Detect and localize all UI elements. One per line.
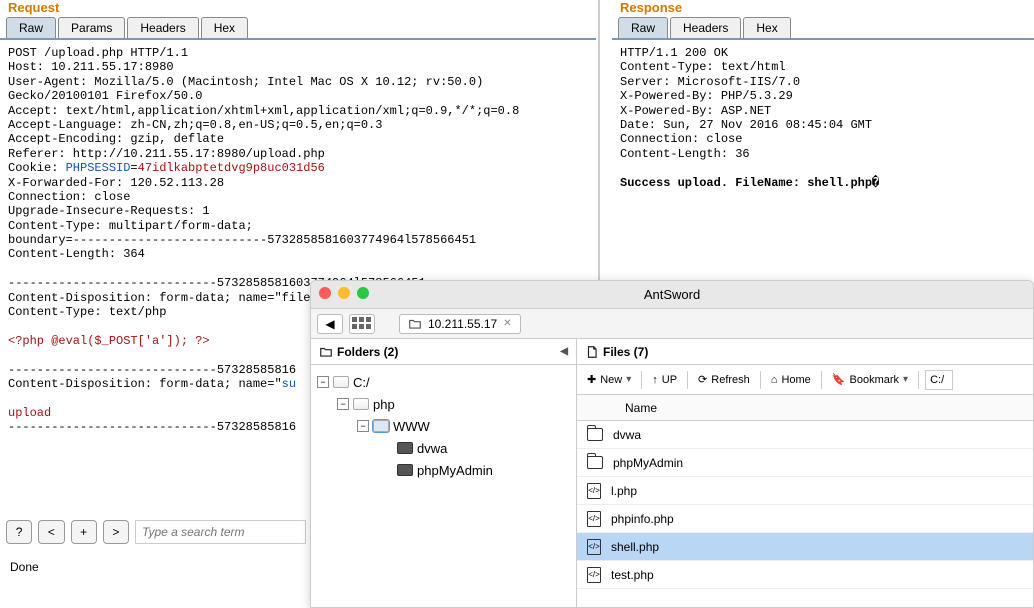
- folder-icon: [587, 428, 603, 441]
- expand-icon[interactable]: −: [317, 376, 329, 388]
- address-input[interactable]: [925, 370, 953, 390]
- folder-icon: [373, 420, 389, 432]
- file-row[interactable]: </> phpinfo.php: [577, 505, 1033, 533]
- folder-icon: [397, 442, 413, 454]
- prev-button[interactable]: <: [38, 520, 64, 544]
- antsword-window: AntSword ◀ 10.211.55.17 ✕ Folders (2) ◀ …: [310, 280, 1034, 608]
- refresh-button[interactable]: ⟳Refresh: [694, 369, 754, 391]
- folder-icon: [397, 464, 413, 476]
- expand-icon[interactable]: −: [357, 420, 369, 432]
- tree-node-c[interactable]: − C:/: [317, 371, 570, 393]
- home-button[interactable]: ⌂Home: [767, 369, 815, 391]
- folder-tree: − C:/ − php − WWW dvwa: [311, 365, 576, 487]
- file-name: phpMyAdmin: [613, 456, 683, 470]
- files-header: Files (7): [577, 339, 1033, 365]
- request-title: Request: [0, 0, 596, 15]
- minimize-icon[interactable]: [338, 287, 350, 299]
- code-file-icon: </>: [587, 539, 601, 555]
- code-file-icon: </>: [587, 567, 601, 583]
- tab-headers[interactable]: Headers: [127, 17, 198, 38]
- code-file-icon: </>: [587, 483, 601, 499]
- file-row[interactable]: </> shell.php: [577, 533, 1033, 561]
- file-name: test.php: [611, 568, 654, 582]
- add-button[interactable]: +: [71, 520, 97, 544]
- antsword-titlebar: AntSword: [311, 281, 1033, 309]
- grid-button[interactable]: [349, 314, 375, 334]
- request-tabs: Raw Params Headers Hex: [0, 15, 596, 40]
- file-row[interactable]: phpMyAdmin: [577, 449, 1033, 477]
- search-input[interactable]: [135, 520, 306, 544]
- folder-icon: [587, 456, 603, 469]
- session-tab-label: 10.211.55.17: [428, 317, 497, 331]
- response-body[interactable]: HTTP/1.1 200 OK Content-Type: text/html …: [612, 40, 1034, 196]
- file-name: dvwa: [613, 428, 641, 442]
- folders-header: Folders (2) ◀: [311, 339, 576, 365]
- tree-node-dvwa[interactable]: dvwa: [317, 437, 570, 459]
- resp-tab-raw[interactable]: Raw: [618, 17, 668, 38]
- file-row[interactable]: </> l.php: [577, 477, 1033, 505]
- session-tab[interactable]: 10.211.55.17 ✕: [399, 314, 521, 334]
- file-row[interactable]: dvwa: [577, 421, 1033, 449]
- files-toolbar: ✚New▾ ↑UP ⟳Refresh ⌂Home 🔖Bookmark▾: [577, 365, 1033, 395]
- help-button[interactable]: ?: [6, 520, 32, 544]
- bookmark-button[interactable]: 🔖Bookmark▾: [828, 369, 912, 391]
- resp-tab-hex[interactable]: Hex: [743, 17, 790, 38]
- antsword-toolbar: ◀ 10.211.55.17 ✕: [311, 309, 1033, 339]
- tree-node-phpmyadmin[interactable]: phpMyAdmin: [317, 459, 570, 481]
- file-row[interactable]: </> test.php: [577, 561, 1033, 589]
- up-button[interactable]: ↑UP: [648, 369, 681, 391]
- tab-hex[interactable]: Hex: [201, 17, 248, 38]
- resp-tab-headers[interactable]: Headers: [670, 17, 741, 38]
- next-button[interactable]: >: [103, 520, 129, 544]
- file-list: dvwa phpMyAdmin </> l.php </> phpinfo.php </> s…: [577, 421, 1033, 589]
- folder-icon: [353, 398, 369, 410]
- antsword-title-text: AntSword: [644, 287, 700, 302]
- maximize-icon[interactable]: [357, 287, 369, 299]
- tab-params[interactable]: Params: [58, 17, 125, 38]
- close-icon[interactable]: [319, 287, 331, 299]
- response-title: Response: [612, 0, 1034, 15]
- collapse-icon[interactable]: ◀: [560, 346, 568, 357]
- close-tab-icon[interactable]: ✕: [503, 318, 511, 329]
- tree-node-www[interactable]: − WWW: [317, 415, 570, 437]
- folder-icon: [319, 345, 333, 359]
- file-name: phpinfo.php: [611, 512, 674, 526]
- file-name: l.php: [611, 484, 637, 498]
- tree-node-php[interactable]: − php: [317, 393, 570, 415]
- back-button[interactable]: ◀: [317, 314, 343, 334]
- file-name: shell.php: [611, 540, 659, 554]
- file-icon: [585, 345, 599, 359]
- files-column-header[interactable]: Name: [577, 395, 1033, 421]
- folder-icon: [408, 317, 422, 331]
- response-tabs: Raw Headers Hex: [612, 15, 1034, 40]
- new-button[interactable]: ✚New▾: [583, 369, 635, 391]
- expand-icon[interactable]: −: [337, 398, 349, 410]
- folder-icon: [333, 376, 349, 388]
- status-text: Done: [10, 560, 39, 574]
- code-file-icon: </>: [587, 511, 601, 527]
- tab-raw[interactable]: Raw: [6, 17, 56, 38]
